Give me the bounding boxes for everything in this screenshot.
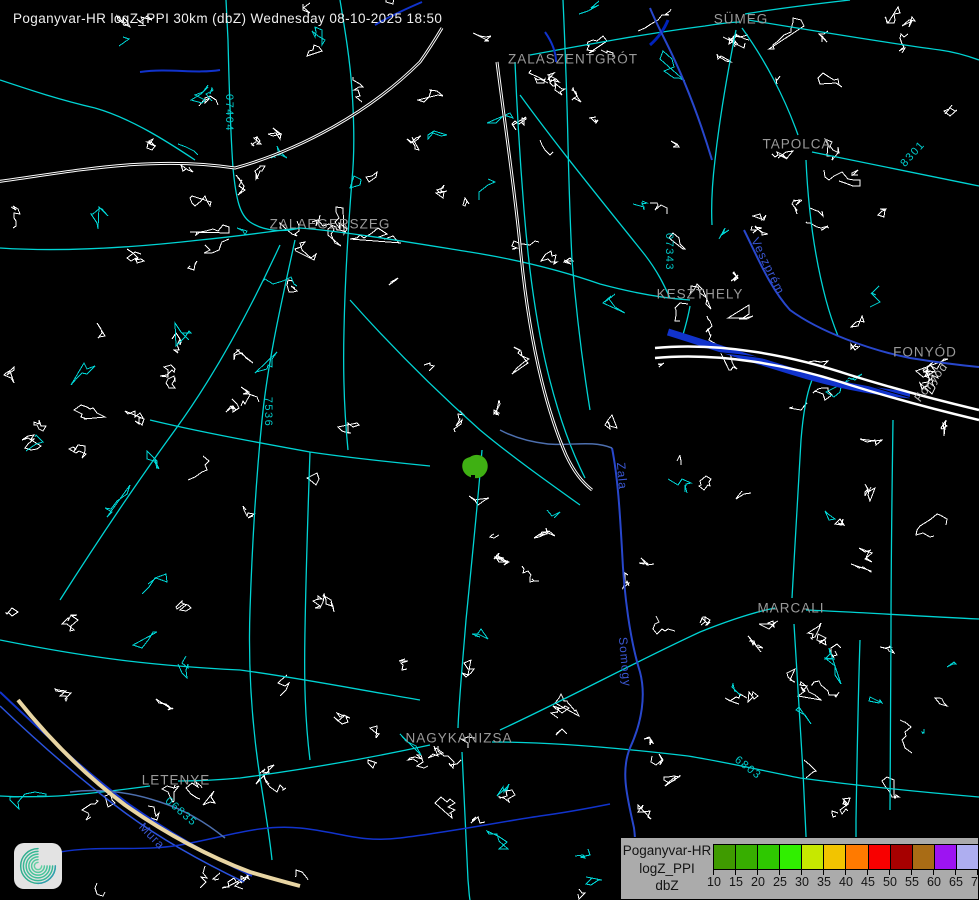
legend-tick-label: 20 [751,875,765,889]
legend-text-block: Poganyvar-HR logZ_PPI dbZ [621,838,713,899]
color-scale-legend: Poganyvar-HR logZ_PPI dbZ 10 15 20 25 30 35 40… [620,837,979,900]
town-label-letenye: LETENYE [142,773,211,788]
road-network-layer [0,0,979,900]
legend-tick-label: 50 [883,875,897,889]
spiral-logo-icon [16,845,60,887]
legend-swatch [714,845,736,869]
radar-map-canvas [0,0,979,900]
legend-swatch [758,845,780,869]
legend-tick-label: 65 [949,875,963,889]
legend-tick-label: 10 [707,875,721,889]
river-layer [0,2,910,882]
road-number-label: 7536 [262,397,274,427]
legend-product: logZ_PPI [639,860,695,878]
village-outlines-layer [4,0,957,899]
radar-product-title: Poganyvar-HR logZ_PPI 30km (dbZ) Wednesd… [13,11,442,26]
major-road-layer [0,28,979,490]
radar-echo-notch [471,475,475,478]
legend-swatch [736,845,758,869]
legend-swatch [802,845,824,869]
town-label-marcali: MARCALI [757,601,824,616]
road-number-label: 07343 [663,233,675,271]
legend-tick-label: 45 [861,875,875,889]
legend-tick-labels: 10152025303540455055606570 [713,875,979,891]
legend-bar-area: 10152025303540455055606570 [713,838,978,899]
legend-swatch [957,845,978,869]
radar-echo-blob [462,455,488,478]
legend-color-bar [713,844,979,870]
legend-tick-label: 30 [795,875,809,889]
town-label-zalaegerszeg: ZALAEGERSZEG [270,217,391,232]
radar-map-screen: Poganyvar-HR logZ_PPI 30km (dbZ) Wednesd… [0,0,979,900]
town-label-keszthely: KESZTHELY [657,287,744,302]
legend-swatch [869,845,891,869]
legend-swatch [935,845,957,869]
town-label-tapolca: TAPOLCA [762,137,831,152]
legend-radar-name: Poganyvar-HR [623,842,712,860]
legend-tick-label: 40 [839,875,853,889]
town-label-nagykanizsa: NAGYKANIZSA [405,731,512,746]
legend-swatch [780,845,802,869]
legend-swatch [913,845,935,869]
legend-unit: dbZ [655,877,678,895]
radar-app-icon[interactable] [14,843,62,889]
legend-swatch [846,845,868,869]
legend-tick-label: 15 [729,875,743,889]
town-label-zalaszentgrót: ZALASZENTGRÓT [508,52,638,67]
legend-swatch [891,845,913,869]
legend-tick-label: 55 [905,875,919,889]
legend-swatch [824,845,846,869]
county-boundary-layer [70,8,979,900]
road-number-label: 07404 [223,94,235,132]
legend-tick-label: 35 [817,875,831,889]
legend-tick-label: 25 [773,875,787,889]
area-label-zala: Zala [614,462,630,490]
legend-tick-label: 60 [927,875,941,889]
legend-tick-label: 70 [971,875,979,889]
town-label-sümeg: SÜMEG [714,12,769,27]
town-label-fonyód: FONYÓD [893,345,957,360]
